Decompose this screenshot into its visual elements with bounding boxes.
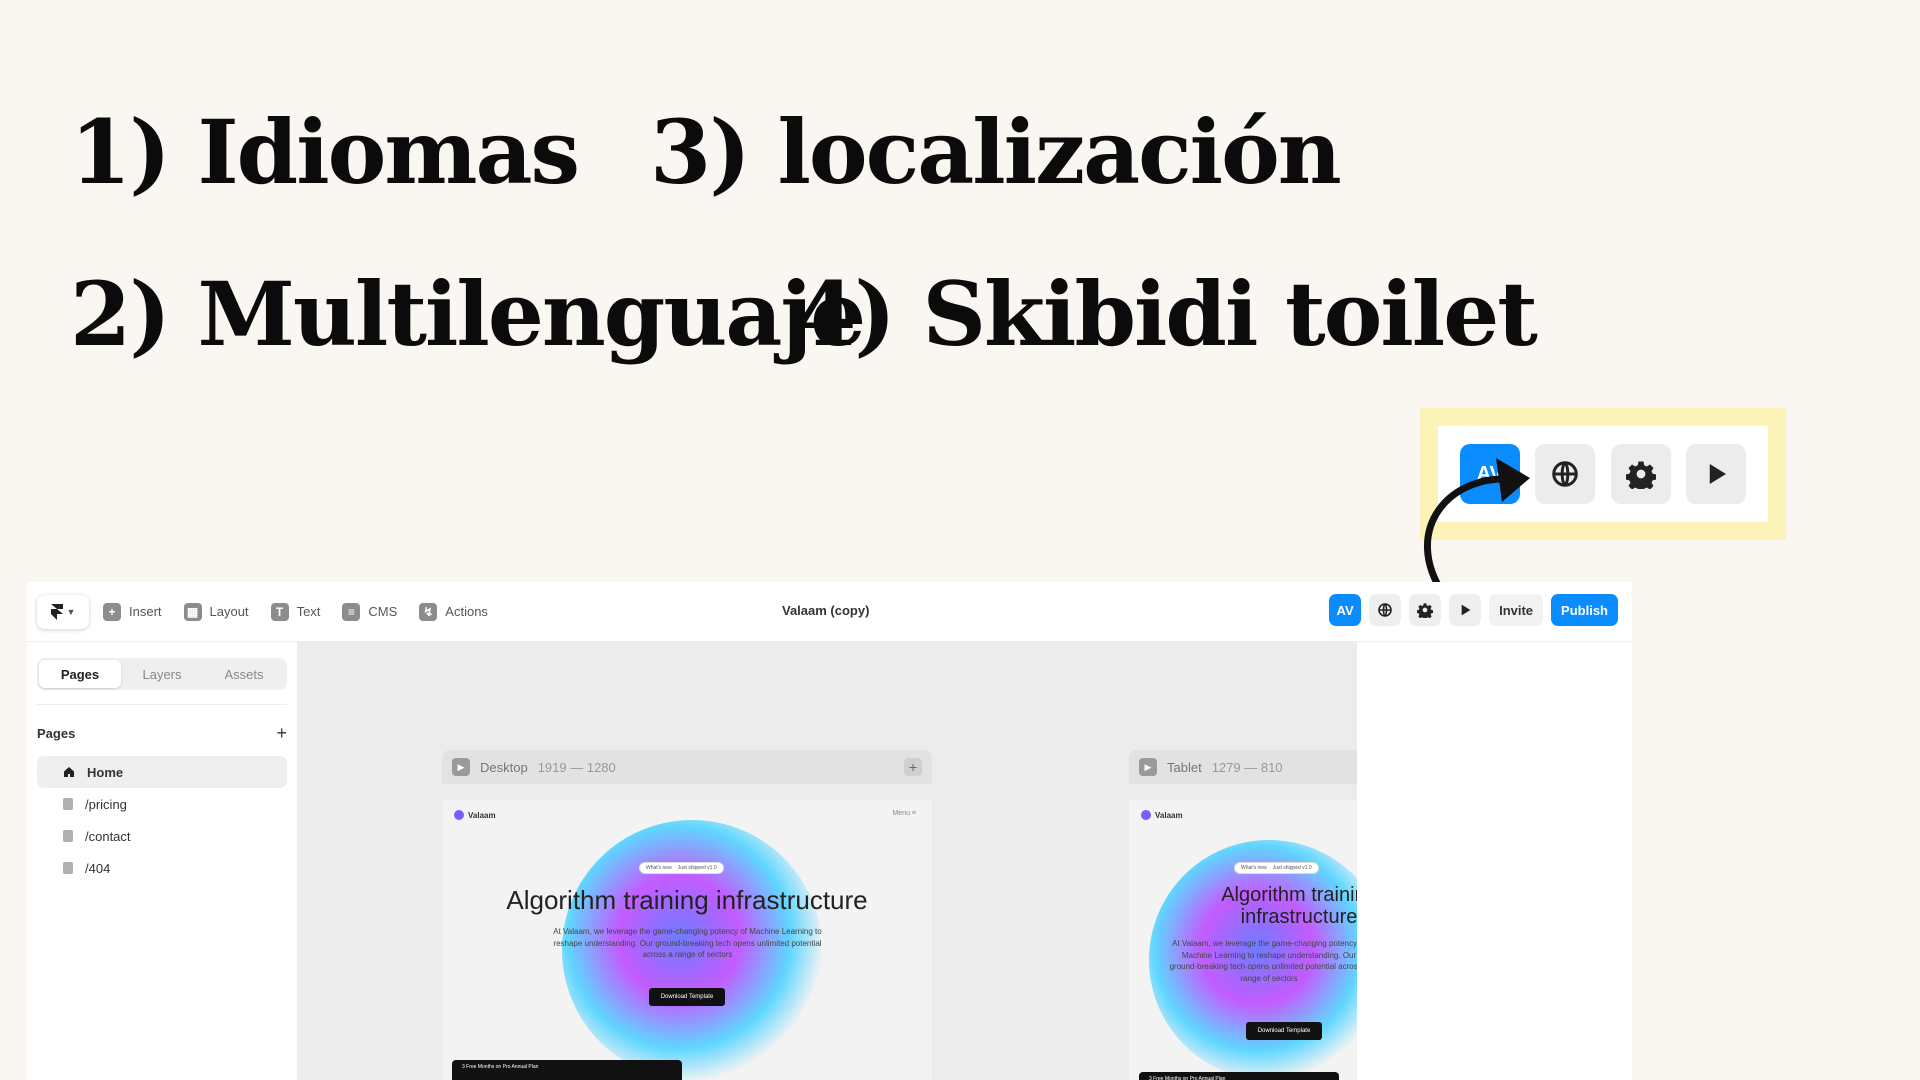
actions-tool[interactable]: ↯ Actions [419,602,488,621]
file-icon [63,830,73,842]
pill-right-text: Just shipped v1.0 [1272,865,1312,871]
tab-assets[interactable]: Assets [203,660,285,688]
publish-button[interactable]: Publish [1551,594,1618,626]
play-icon[interactable]: ▶ [1139,758,1157,776]
pill-left-text: What's new [646,865,672,871]
database-icon: ≡ [342,602,361,621]
hero-title: Algorithm training infrastructure [506,885,868,915]
desktop-frame-header[interactable]: ▶ Desktop 1919 — 1280 + [442,750,932,784]
logo-mark-icon [454,810,464,820]
promo-banner: 3 Free Months on Pro Annual Plan [452,1060,682,1080]
page-item-label: Home [87,764,124,780]
document-title[interactable]: Valaam (copy) [782,603,869,618]
play-icon [1461,604,1471,616]
tablet-frame[interactable]: Valaam What's new Just shipped v1.0 Algo… [1129,800,1357,1080]
globe-icon [1378,603,1392,617]
layout-icon: ▦ [183,602,202,621]
editor-window: ▼ + Insert ▦ Layout T Text ≡ CMS ↯ Actio… [27,582,1632,1080]
hero-title: Algorithm training infrastructure [1221,884,1357,928]
design-canvas[interactable]: ▶ Desktop 1919 — 1280 + Valaam Menu ≡ Wh… [297,642,1357,1080]
page-item-pricing[interactable]: /pricing [37,788,287,820]
pill-right-text: Just shipped v1.0 [677,865,717,871]
announcement-pill: What's new Just shipped v1.0 [639,862,724,874]
localization-button[interactable] [1369,594,1402,626]
add-page-icon[interactable]: + [276,723,287,744]
hero-text: At Valaam, we leverage the game-changing… [1169,939,1357,983]
tab-layers[interactable]: Layers [121,660,203,688]
announcement-pill: What's new Just shipped v1.0 [1234,862,1319,874]
page-item-label: /404 [85,860,111,876]
framer-logo-icon [50,603,63,620]
app-menu-button[interactable]: ▼ [37,595,89,629]
desktop-frame[interactable]: Valaam Menu ≡ What's new Just shipped v1… [442,800,932,1080]
tab-pages[interactable]: Pages [39,660,121,688]
site-logo: Valaam [1141,810,1183,820]
pages-section-header: Pages + [37,723,287,744]
gear-icon [1625,461,1656,489]
site-menu: Menu ≡ [892,810,916,817]
insert-tool[interactable]: + Insert [103,602,162,621]
actions-label: Actions [445,604,488,619]
frame-name: Desktop [480,759,528,775]
pages-section-title: Pages [37,726,76,741]
layout-tool[interactable]: ▦ Layout [183,602,249,621]
cms-tool[interactable]: ≡ CMS [342,602,398,621]
page-item-label: /contact [85,828,131,844]
sidebar-divider [37,704,287,705]
tablet-frame-header[interactable]: ▶ Tablet 1279 — 810 [1129,750,1357,784]
cms-label: CMS [368,604,398,619]
properties-panel [1357,642,1632,1080]
settings-button[interactable] [1409,594,1442,626]
page-item-home[interactable]: Home [37,756,287,788]
callout-preview-button[interactable] [1686,444,1747,504]
page-list: Home /pricing /contact /404 [37,756,287,884]
avatar-button[interactable]: AV [1329,594,1362,626]
invite-button[interactable]: Invite [1489,594,1544,626]
site-logo-text: Valaam [1155,810,1183,820]
play-icon [1710,464,1727,484]
download-template-button[interactable]: Download Template [1246,1022,1322,1040]
gear-icon [1417,603,1434,618]
text-label: Text [296,604,321,619]
option-1-heading: 1) Idiomas [70,100,580,204]
hero-text: At Valaam, we leverage the game-changing… [553,927,822,960]
site-logo: Valaam [454,810,496,820]
add-breakpoint-icon[interactable]: + [904,758,922,776]
option-2-heading: 2) Multilenguaje [70,262,866,366]
right-toolbar: AV Invite Publish [1329,594,1618,626]
lightning-icon: ↯ [419,602,438,621]
callout-settings-button[interactable] [1610,444,1671,504]
insert-label: Insert [129,604,162,619]
option-4-heading: 4) Skibidi toilet [795,262,1538,366]
frame-dimensions: 1279 — 810 [1211,759,1283,775]
play-icon[interactable]: ▶ [452,758,470,776]
preview-button[interactable] [1449,594,1482,626]
page-item-contact[interactable]: /contact [37,820,287,852]
frame-dimensions: 1919 — 1280 [537,759,616,775]
pill-left-text: What's new [1241,865,1267,871]
top-toolbar: ▼ + Insert ▦ Layout T Text ≡ CMS ↯ Actio… [27,582,1632,642]
text-icon: T [270,602,289,621]
layout-label: Layout [209,604,249,619]
site-logo-text: Valaam [468,810,496,820]
plus-icon: + [103,602,121,621]
text-tool[interactable]: T Text [270,602,321,621]
page-item-label: /pricing [85,796,127,812]
promo-banner: 3 Free Months on Pro Annual Plan [1139,1072,1339,1080]
sidebar-tabs: Pages Layers Assets [37,658,287,690]
file-icon [63,798,73,810]
home-icon [64,767,74,777]
file-icon [63,862,73,874]
left-sidebar: Pages Layers Assets Pages + Home /pricin… [27,642,297,1080]
option-3-heading: 3) localización [650,100,1342,204]
chevron-down-icon: ▼ [66,606,76,617]
page-item-404[interactable]: /404 [37,852,287,884]
frame-name: Tablet [1167,759,1202,775]
download-template-button[interactable]: Download Template [649,988,725,1006]
logo-mark-icon [1141,810,1151,820]
